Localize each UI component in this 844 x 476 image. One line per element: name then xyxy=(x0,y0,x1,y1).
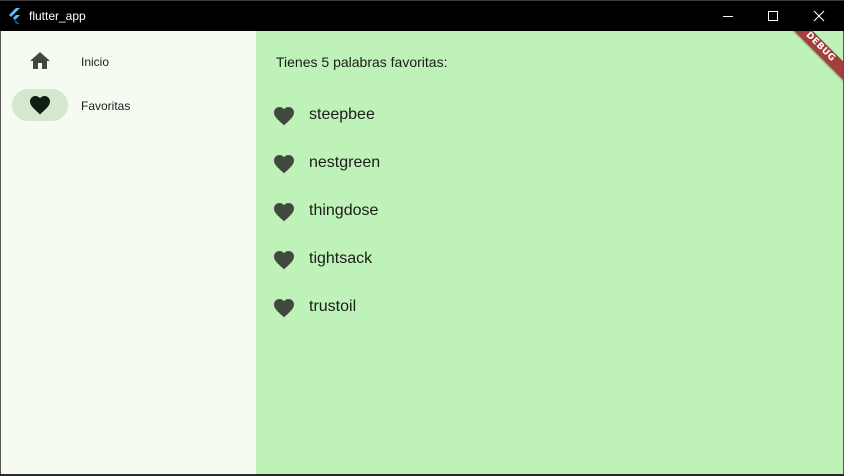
list-item[interactable]: tightsack xyxy=(272,244,672,276)
list-item[interactable]: trustoil xyxy=(272,292,672,324)
app-window: flutter_app Inicio Favoritas Tienes 5 pa… xyxy=(0,0,844,476)
window-border-left xyxy=(0,31,1,476)
heart-icon xyxy=(30,96,50,115)
heart-icon xyxy=(274,251,294,270)
favorite-word: thingdose xyxy=(309,202,379,219)
favorite-word: trustoil xyxy=(309,298,357,315)
maximize-icon xyxy=(768,11,778,21)
nav-item-favoritas[interactable]: Favoritas xyxy=(1,85,256,125)
heart-icon xyxy=(274,299,294,318)
window-title: flutter_app xyxy=(29,9,86,23)
list-item[interactable]: thingdose xyxy=(272,196,672,228)
close-button[interactable] xyxy=(796,1,842,31)
favorites-count-text: Tienes 5 palabras favoritas: xyxy=(276,54,448,70)
list-item[interactable]: nestgreen xyxy=(272,148,672,180)
app-content: Inicio Favoritas Tienes 5 palabras favor… xyxy=(1,31,843,474)
favorite-word: steepbee xyxy=(309,106,375,123)
nav-item-label: Inicio xyxy=(81,55,110,69)
favorite-word: tightsack xyxy=(309,250,373,267)
list-item[interactable]: steepbee xyxy=(272,100,672,132)
favorites-page: Tienes 5 palabras favoritas: steepbee ne… xyxy=(256,31,843,474)
minimize-icon xyxy=(723,16,733,17)
heart-icon xyxy=(274,203,294,222)
close-icon xyxy=(813,10,825,22)
home-icon xyxy=(30,52,50,69)
title-bar[interactable]: flutter_app xyxy=(0,0,844,31)
maximize-button[interactable] xyxy=(750,1,796,31)
debug-banner: DEBUG xyxy=(780,31,843,88)
minimize-button[interactable] xyxy=(705,1,751,31)
favorite-word: nestgreen xyxy=(309,154,381,171)
heart-icon xyxy=(274,155,294,174)
navigation-rail: Inicio Favoritas xyxy=(1,31,256,474)
nav-item-inicio[interactable]: Inicio xyxy=(1,41,256,81)
nav-item-label: Favoritas xyxy=(81,99,131,113)
flutter-logo-icon xyxy=(9,8,20,24)
heart-icon xyxy=(274,107,294,126)
